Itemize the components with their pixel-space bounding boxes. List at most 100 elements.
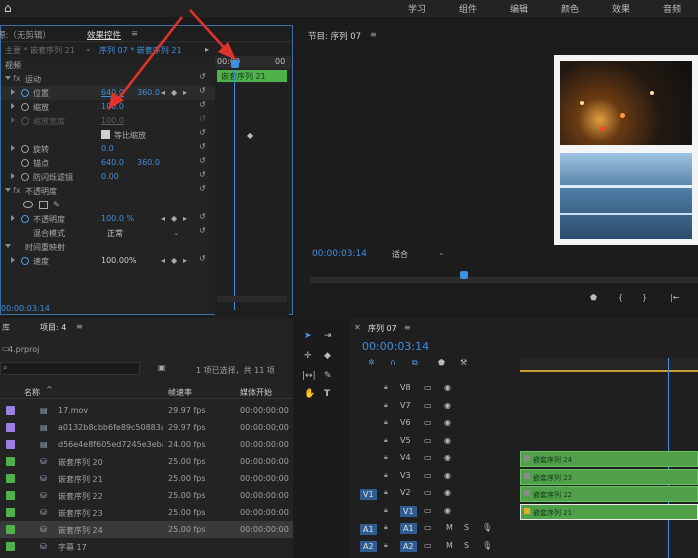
timeline-clip[interactable]: 嵌套序列 24 [520, 451, 698, 467]
list-item[interactable]: ▤ a0132b8cbb6fe89c50883a3 29.97 fps 00:00:0… [0, 419, 293, 436]
track-header-v8[interactable]: 🔒︎ V8 ▭ ◉ [350, 380, 520, 397]
source-patch-a2[interactable]: A2 [360, 541, 377, 552]
razor-icon[interactable]: ◆ [324, 351, 331, 361]
sort-up-icon[interactable]: ^ [46, 385, 53, 394]
tab-project[interactable]: 项目: 4 [40, 322, 66, 333]
sync-lock-icon[interactable]: ▭ [424, 418, 432, 427]
col-name[interactable]: 名称 [24, 387, 40, 398]
selection-tool-icon[interactable]: ➤ [304, 331, 312, 341]
list-item[interactable]: ⛁ 嵌套序列 23 25.00 fps 00:00:00:00 [0, 504, 293, 521]
label-color-swatch[interactable] [6, 491, 15, 500]
type-tool-icon[interactable]: T [324, 389, 330, 399]
label-color-swatch[interactable] [6, 525, 15, 534]
track-label[interactable]: V1 [400, 505, 417, 517]
sequence-timecode[interactable]: 00:00:03:14 [362, 340, 429, 353]
sync-lock-icon[interactable]: ▭ [424, 506, 432, 515]
eye-icon[interactable]: ◉ [444, 488, 451, 497]
search-input[interactable]: ⌕ [0, 362, 140, 375]
source-patch-a1[interactable]: A1 [360, 523, 377, 535]
track-label[interactable]: V7 [400, 401, 411, 410]
col-media-start[interactable]: 媒体开始 [240, 387, 272, 398]
track-header-v7[interactable]: 🔒︎ V7 ▭ ◉ [350, 398, 520, 415]
label-color-swatch[interactable] [6, 423, 15, 432]
linked-selection-icon[interactable]: ⧉ [412, 358, 418, 368]
timeline-clip[interactable]: 嵌套序列 22 [520, 486, 698, 502]
source-patch-v1[interactable]: V1 [360, 488, 377, 500]
track-select-icon[interactable]: ⇥ [324, 331, 332, 341]
lock-icon[interactable]: 🔒︎ [384, 541, 388, 550]
lock-icon[interactable]: 🔒︎ [384, 401, 388, 410]
lock-icon[interactable]: 🔒︎ [384, 436, 388, 445]
snap-icon[interactable]: ∩ [390, 358, 396, 367]
add-marker-icon[interactable]: ⬟ [590, 293, 597, 302]
panel-menu-icon[interactable]: ≡ [404, 323, 411, 332]
list-item[interactable]: ⛁ 嵌套序列 22 25.00 fps 00:00:00:00 [0, 487, 293, 504]
sync-lock-icon[interactable]: ▭ [424, 436, 432, 445]
microphone-icon[interactable]: 🎙︎ [482, 541, 492, 550]
track-label[interactable]: A1 [400, 523, 417, 534]
label-color-swatch[interactable] [6, 474, 15, 483]
label-color-swatch[interactable] [6, 508, 15, 517]
program-timecode[interactable]: 00:00:03:14 [312, 249, 367, 259]
eye-icon[interactable]: ◉ [444, 401, 451, 410]
lock-icon[interactable]: 🔒︎ [384, 471, 388, 480]
list-item[interactable]: ▤ d56e4e8f605ed7245e3ebaa 24.00 fps 00:00:0… [0, 436, 293, 453]
mark-out-icon[interactable]: } [642, 293, 647, 302]
lock-icon[interactable]: 🔒︎ [384, 488, 388, 497]
close-icon[interactable]: ✕ [354, 323, 361, 332]
track-header-v4[interactable]: 🔒︎ V4 ▭ ◉ [350, 450, 520, 467]
nest-icon[interactable]: ✲ [368, 358, 375, 367]
ripple-edit-icon[interactable]: ✛ [304, 351, 312, 361]
microphone-icon[interactable]: 🎙︎ [482, 523, 492, 532]
mark-in-icon[interactable]: { [618, 293, 623, 302]
sync-lock-icon[interactable]: ▭ [424, 523, 432, 532]
chevron-down-icon[interactable]: ⌄ [438, 248, 445, 257]
timeline-ruler[interactable] [520, 358, 698, 372]
video-frame[interactable] [554, 55, 698, 245]
list-item[interactable]: ⛁ 字幕 17 [0, 538, 293, 555]
pen-tool-icon[interactable]: ✎ [324, 371, 332, 381]
eye-icon[interactable]: ◉ [444, 453, 451, 462]
list-item[interactable]: ⛁ 嵌套序列 20 25.00 fps 00:00:00:00 [0, 453, 293, 470]
track-header-v6[interactable]: 🔒︎ V6 ▭ ◉ [350, 415, 520, 432]
go-to-in-icon[interactable]: |← [670, 293, 679, 302]
program-title[interactable]: 节目: 序列 07 [308, 30, 361, 42]
solo-button[interactable]: S [464, 523, 469, 532]
mute-button[interactable]: M [446, 541, 453, 550]
track-label[interactable]: V6 [400, 418, 411, 427]
zoom-select[interactable]: 适合 [392, 249, 408, 260]
list-item[interactable]: ▤ 17.mov 29.97 fps 00:00:00:00 [0, 402, 293, 419]
track-label[interactable]: V2 [400, 488, 411, 497]
add-marker-icon[interactable]: ⬟ [438, 358, 445, 367]
sync-lock-icon[interactable]: ▭ [424, 488, 432, 497]
timeline-clip[interactable]: 嵌套序列 21 [520, 503, 698, 520]
track-label[interactable]: V5 [400, 436, 411, 445]
lock-icon[interactable]: 🔒︎ [384, 523, 388, 532]
track-header-v5[interactable]: 🔒︎ V5 ▭ ◉ [350, 433, 520, 450]
track-header-v1[interactable]: 🔒︎ V1 ▭ ◉ [350, 503, 520, 520]
tab-library[interactable]: 库 [2, 322, 10, 333]
lock-icon[interactable]: 🔒︎ [384, 506, 388, 515]
label-color-swatch[interactable] [6, 440, 15, 449]
lock-icon[interactable]: 🔒︎ [384, 418, 388, 427]
sync-lock-icon[interactable]: ▭ [424, 401, 432, 410]
eye-icon[interactable]: ◉ [444, 418, 451, 427]
track-label[interactable]: V4 [400, 453, 411, 462]
sync-lock-icon[interactable]: ▭ [424, 453, 432, 462]
solo-button[interactable]: S [464, 541, 469, 550]
eye-icon[interactable]: ◉ [444, 506, 451, 515]
timeline-clip[interactable]: 嵌套序列 23 [520, 468, 698, 485]
eye-icon[interactable]: ◉ [444, 383, 451, 392]
program-playhead[interactable] [460, 271, 468, 279]
wrench-icon[interactable]: ⚒ [460, 358, 467, 367]
eye-icon[interactable]: ◉ [444, 436, 451, 445]
eye-icon[interactable]: ◉ [444, 471, 451, 480]
track-header-v3[interactable]: 🔒︎ V3 ▭ ◉ [350, 468, 520, 485]
slip-tool-icon[interactable]: |↔| [302, 371, 316, 381]
label-color-swatch[interactable] [6, 542, 15, 551]
lock-icon[interactable]: 🔒︎ [384, 383, 388, 392]
sync-lock-icon[interactable]: ▭ [424, 383, 432, 392]
lock-icon[interactable]: 🔒︎ [384, 453, 388, 462]
program-scrubber[interactable] [310, 271, 698, 283]
panel-menu-icon[interactable]: ≡ [370, 30, 377, 39]
